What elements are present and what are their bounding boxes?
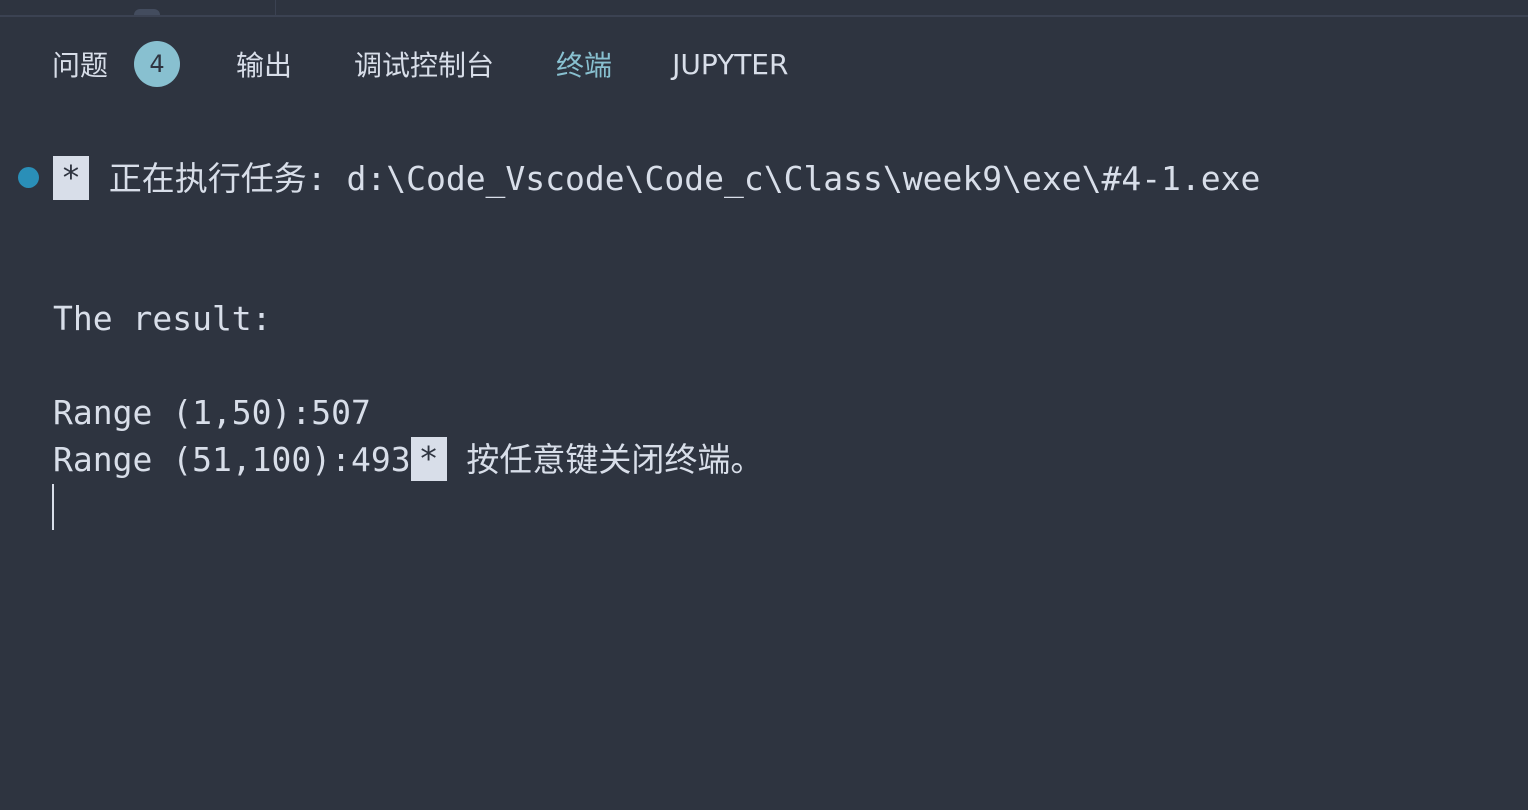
close-marker: * bbox=[410, 437, 447, 481]
close-text: 按任意键关闭终端。 bbox=[466, 440, 764, 479]
range-line-2-text: Range (51,100):493 bbox=[53, 440, 411, 479]
task-marker: * bbox=[53, 156, 89, 200]
task-line: * 正在执行任务: d:\Code_Vscode\Code_c\Class\we… bbox=[53, 155, 1260, 202]
terminal-panel: 问题 4 输出 调试控制台 终端 JUPYTER * 正在执行任务: d:\Co… bbox=[0, 0, 1528, 810]
range-line-2: Range (51,100):493 * 按任意键关闭终端。 bbox=[53, 436, 763, 483]
task-text: 正在执行任务: d:\Code_Vscode\Code_c\Class\week… bbox=[108, 159, 1261, 198]
task-status-dot-icon[interactable] bbox=[18, 167, 39, 188]
range-line-1: Range (1,50):507 bbox=[53, 393, 371, 432]
terminal-cursor bbox=[52, 484, 54, 530]
terminal-output[interactable]: * 正在执行任务: d:\Code_Vscode\Code_c\Class\we… bbox=[0, 0, 1528, 810]
result-header-line: The result: bbox=[53, 299, 272, 338]
